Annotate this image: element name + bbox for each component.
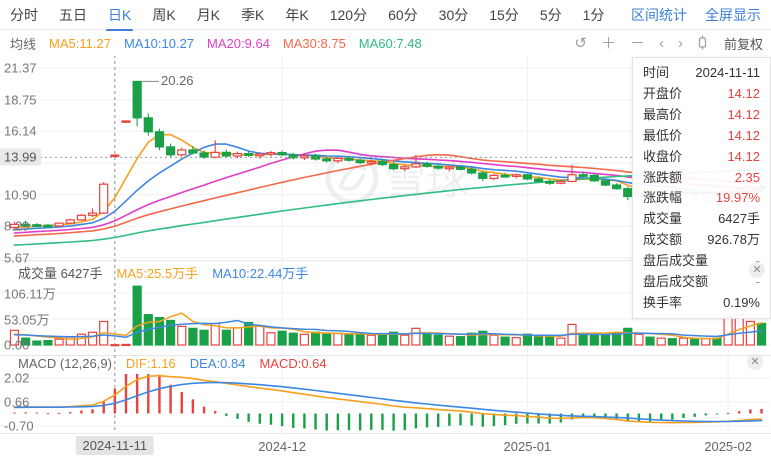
- tab-120分[interactable]: 120分: [330, 5, 367, 25]
- info-row: 盘后成交量 -: [643, 251, 760, 271]
- adjust-mode-select[interactable]: 前复权: [724, 34, 763, 53]
- volume-axis-label: 106.11万: [4, 286, 56, 302]
- ma-legend-item: MA10:10.27: [123, 36, 195, 51]
- ma-legend-item: MA60:7.48: [358, 36, 422, 51]
- tab-年K[interactable]: 年K: [285, 5, 308, 25]
- info-row-value: 14.12: [727, 127, 760, 143]
- volume-axis-label: 0.00: [4, 337, 30, 353]
- date-axis-highlight: 2024-11-11: [75, 436, 155, 455]
- info-row-label: 开盘价: [643, 85, 683, 101]
- tab-30分[interactable]: 30分: [439, 5, 469, 25]
- info-row-label: 盘后成交额: [643, 274, 709, 290]
- tab-月K[interactable]: 月K: [197, 5, 220, 25]
- volume-axis-label: 53.05万: [4, 312, 50, 328]
- info-row: 收盘价 14.12: [643, 147, 760, 167]
- info-row-label: 最高价: [643, 106, 683, 122]
- volume-title: 成交量 6427手: [18, 266, 103, 281]
- macd-pane-header: MACD (12,26,9) DIF:1.16 DEA:0.84 MACD:0.…: [18, 356, 327, 371]
- undo-icon[interactable]: ↺: [574, 36, 587, 51]
- ma-legend-item: MA30:8.75: [282, 36, 346, 51]
- info-row-label: 涨跌额: [643, 169, 683, 185]
- stock-chart-app: 雪球 分时 五日 日K 周K 月K 季K 年K 120分 60分 30分 15分 5分 1分 区间统计全…: [0, 0, 771, 461]
- info-row-label: 涨跌幅: [643, 190, 683, 206]
- price-axis-label: 18.75: [4, 92, 37, 108]
- macd-dif-label: DIF:1.16: [125, 356, 176, 371]
- chart-controls: ↺ ＋ － ‹ › 前复权: [574, 34, 763, 53]
- range-stats-link[interactable]: 区间统计: [631, 5, 687, 25]
- info-row-value: 926.78万: [707, 232, 760, 248]
- price-axis-label: 8.29: [4, 218, 30, 234]
- ma-legend-title: 均线: [10, 37, 37, 52]
- macd-title: MACD (12,26,9): [18, 356, 112, 371]
- info-row-label: 时间: [643, 65, 670, 80]
- macd-macd-label: MACD:0.64: [259, 356, 327, 371]
- info-row-value: 19.97%: [715, 190, 760, 206]
- volume-ma5-label: MA5:25.5万手: [116, 266, 199, 281]
- info-row-label: 收盘价: [643, 148, 683, 164]
- volume-pane-close-icon[interactable]: ✕: [749, 262, 765, 278]
- tab-周K[interactable]: 周K: [152, 5, 175, 25]
- period-tabs: 分时 五日 日K 周K 月K 季K 年K 120分 60分 30分 15分 5分 1分: [10, 5, 605, 32]
- pan-right-icon[interactable]: ›: [678, 36, 683, 51]
- info-row-value: 14.12: [727, 106, 760, 122]
- tab-分时[interactable]: 分时: [10, 5, 38, 25]
- volume-pane-header: 成交量 6427手 MA5:25.5万手 MA10:22.44万手: [18, 263, 308, 282]
- price-axis-label: 21.37: [4, 60, 37, 76]
- info-row: 盘后成交额 -: [643, 272, 760, 292]
- peak-price-callout: 20.26: [161, 73, 194, 89]
- nav-links: 区间统计 全屏显示: [631, 5, 761, 25]
- ma-legend-item: MA5:11.27: [49, 36, 111, 51]
- tab-1分[interactable]: 1分: [583, 5, 605, 25]
- info-row-label: 盘后成交量: [643, 253, 709, 269]
- price-axis-label: 10.90: [4, 187, 37, 203]
- macd-axis-label: -0.70: [4, 418, 34, 434]
- info-row: 成交额 926.78万: [643, 230, 760, 250]
- zoom-out-icon[interactable]: －: [630, 36, 645, 51]
- fullscreen-link[interactable]: 全屏显示: [705, 5, 761, 25]
- info-row: 换手率 0.19%: [643, 293, 760, 313]
- info-row-label: 换手率: [643, 294, 683, 310]
- info-row: 开盘价 14.12: [643, 84, 760, 104]
- date-axis-label: 2025-02: [704, 439, 752, 454]
- info-row-label: 成交额: [643, 232, 683, 248]
- info-row: 最低价 14.12: [643, 126, 760, 146]
- info-row: 涨跌额 2.35: [643, 168, 760, 188]
- info-row: 涨跌幅 19.97%: [643, 188, 760, 208]
- info-row-label: 成交量: [643, 211, 683, 227]
- period-toolbar: 分时 五日 日K 周K 月K 季K 年K 120分 60分 30分 15分 5分 1分 区间统计 全屏显示: [0, 0, 771, 32]
- info-row-value: 6427手: [718, 211, 760, 227]
- quote-info-panel: 时间 2024-11-11 开盘价 14.12 最高价 14.12 最低价 14.12 收盘价 1…: [632, 57, 771, 319]
- info-row-value: 2024-11-11: [695, 65, 760, 80]
- ma-legend-items: MA5:11.27 MA10:10.27 MA20:9.64 MA30:8.75 MA6…: [49, 36, 422, 51]
- ma-legend-row: 均线 MA5:11.27 MA10:10.27 MA20:9.64 MA30:8.75…: [0, 31, 771, 56]
- date-axis-label: 2024-12: [258, 439, 306, 454]
- info-row-label: 最低价: [643, 127, 683, 143]
- info-row: 时间 2024-11-11: [643, 63, 760, 83]
- tab-日K[interactable]: 日K: [105, 5, 134, 32]
- tab-五日[interactable]: 五日: [59, 5, 87, 25]
- tab-5分[interactable]: 5分: [540, 5, 562, 25]
- tab-60分[interactable]: 60分: [388, 5, 418, 25]
- macd-pane-close-icon[interactable]: ✕: [747, 354, 763, 370]
- ma-legend-item: MA20:9.64: [207, 36, 270, 51]
- macd-dea-label: DEA:0.84: [189, 356, 246, 371]
- info-row-value: 14.12: [727, 85, 760, 101]
- pan-left-icon[interactable]: ‹: [659, 36, 664, 51]
- date-axis-label: 2025-01: [503, 439, 552, 454]
- candlestick-style-icon[interactable]: [697, 35, 708, 53]
- volume-ma10-label: MA10:22.44万手: [212, 266, 309, 281]
- info-row-value: 2.35: [734, 169, 760, 185]
- info-row-value: 0.19%: [723, 294, 760, 310]
- info-row-value: 14.12: [727, 148, 760, 164]
- macd-axis-label: 0.66: [4, 394, 30, 410]
- info-row: 成交量 6427手: [643, 209, 760, 229]
- info-row: 最高价 14.12: [643, 105, 760, 125]
- macd-axis-label: 2.02: [4, 370, 30, 386]
- zoom-in-icon[interactable]: ＋: [601, 36, 616, 51]
- crosshair-price-label: 13.99: [0, 148, 41, 166]
- price-axis-label: 16.14: [4, 123, 37, 139]
- tab-季K[interactable]: 季K: [241, 5, 264, 25]
- tab-15分[interactable]: 15分: [489, 5, 519, 25]
